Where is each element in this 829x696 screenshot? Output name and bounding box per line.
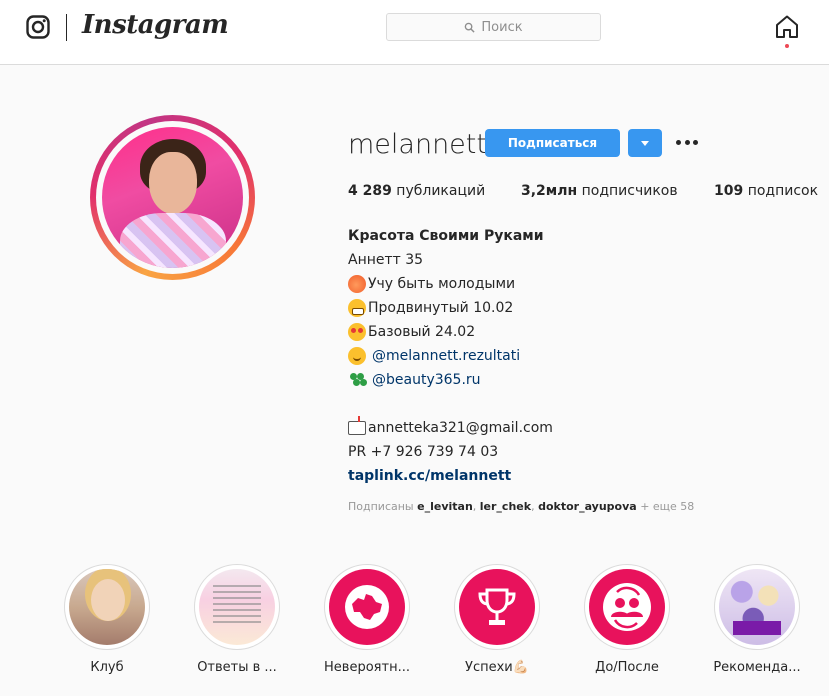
notification-dot <box>785 44 789 48</box>
bio-full-name: Красота Своими Руками <box>348 228 544 244</box>
highlight-label: Рекоменда... <box>713 660 801 675</box>
people-exchange-icon <box>603 583 651 631</box>
highlight-label: Невероятн... <box>324 660 410 675</box>
bio-line: @beauty365.ru <box>348 368 818 392</box>
highlight-before-after[interactable]: До/После <box>567 564 687 675</box>
grin-icon <box>348 299 366 317</box>
highlight-recommendations[interactable]: Рекоменда... <box>697 564 817 675</box>
profile-username: melannett <box>348 129 487 160</box>
following-count[interactable]: 109 подписок <box>714 183 818 199</box>
follower-username[interactable]: doktor_ayupova <box>538 500 637 513</box>
clover-icon <box>348 371 366 389</box>
suggestions-dropdown-button[interactable] <box>628 129 662 157</box>
highlight-cover-photo <box>199 569 275 645</box>
mailbox-icon <box>348 416 366 435</box>
instagram-logo-icon[interactable] <box>26 15 50 39</box>
bio-line: Учу быть молодыми <box>348 272 818 296</box>
bio-spacer <box>348 392 818 416</box>
followers-count[interactable]: 3,2млн подписчиков <box>521 183 678 199</box>
trophy-icon <box>478 588 516 625</box>
search-icon <box>465 22 476 33</box>
home-icon[interactable] <box>774 14 800 40</box>
heart-eyes-icon <box>348 323 366 341</box>
profile-avatar[interactable] <box>90 115 255 280</box>
follower-username[interactable]: e_levitan <box>417 500 473 513</box>
posts-count: 4 289 публикаций <box>348 183 486 199</box>
bio-line: Аннетт 35 <box>348 252 424 268</box>
highlight-label: Ответы в ... <box>197 660 277 675</box>
highlight-success[interactable]: Успехи💪🏻 <box>437 564 557 675</box>
bio-phone: PR +7 926 739 74 03 <box>348 444 499 460</box>
highlight-club[interactable]: Клуб <box>47 564 167 675</box>
highlight-cover-photo <box>719 569 795 645</box>
highlight-label: Успехи💪🏻 <box>465 660 529 675</box>
profile-bio: Красота Своими Руками Аннетт 35 Учу быть… <box>348 224 818 488</box>
smile-icon <box>348 347 366 365</box>
nav-divider <box>66 14 67 41</box>
avatar-photo <box>102 127 243 268</box>
highlight-cover-photo <box>69 569 145 645</box>
highlight-label: До/После <box>595 660 659 675</box>
search-placeholder: Поиск <box>481 19 523 35</box>
instagram-wordmark[interactable]: Instagram <box>82 10 229 40</box>
bio-line: annetteka321@gmail.com <box>348 416 818 440</box>
bio-line: @melannett.rezultati <box>348 344 818 368</box>
chevron-down-icon <box>641 140 649 146</box>
highlight-incredible[interactable]: Невероятн... <box>307 564 427 675</box>
bio-line: Продвинутый 10.02 <box>348 296 818 320</box>
highlight-label: Клуб <box>90 660 124 675</box>
europe-globe-icon <box>345 585 389 629</box>
peach-icon <box>348 275 366 293</box>
bio-line: Базовый 24.02 <box>348 320 818 344</box>
mention-link[interactable]: @beauty365.ru <box>372 368 481 392</box>
follower-username[interactable]: ler_chek <box>480 500 531 513</box>
top-navigation-bar: Instagram Поиск <box>0 0 829 65</box>
search-input[interactable]: Поиск <box>386 13 601 41</box>
follow-button[interactable]: Подписаться <box>485 129 620 157</box>
highlight-answers[interactable]: Ответы в ... <box>177 564 297 675</box>
followed-by[interactable]: Подписаны e_levitan, ler_chek, doktor_ay… <box>348 500 694 513</box>
bio-website-link[interactable]: taplink.cc/melannett <box>348 464 818 488</box>
more-options-icon[interactable] <box>676 131 698 153</box>
mention-link[interactable]: @melannett.rezultati <box>372 344 520 368</box>
